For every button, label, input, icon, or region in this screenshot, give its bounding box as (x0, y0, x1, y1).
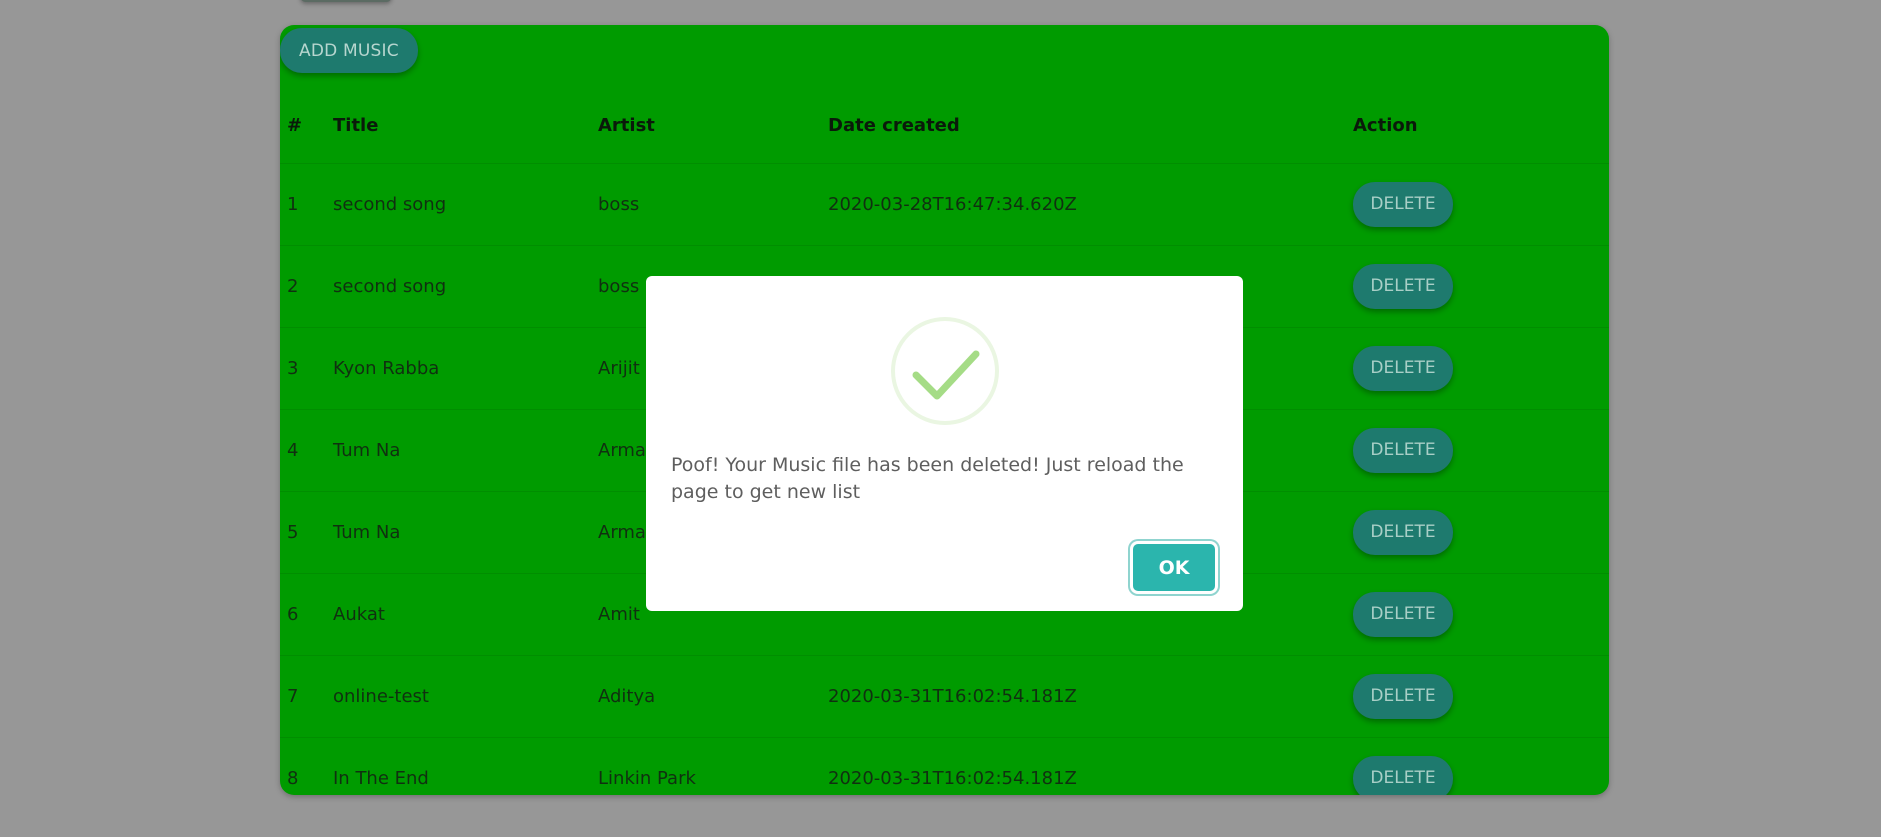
success-dialog: Poof! Your Music file has been deleted! … (646, 276, 1243, 611)
dialog-message: Poof! Your Music file has been deleted! … (671, 454, 1184, 503)
success-check-icon (890, 316, 1000, 426)
ok-button[interactable]: OK (1133, 544, 1215, 591)
